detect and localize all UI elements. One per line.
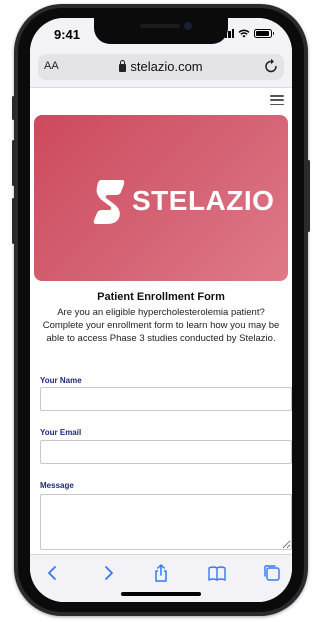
form-intro-text: Are you an eligible hypercholesterolemia…	[42, 307, 280, 344]
lock-icon	[119, 60, 127, 72]
share-icon[interactable]	[152, 564, 170, 582]
email-field-label: Your Email	[40, 428, 82, 437]
hamburger-menu-icon[interactable]	[270, 95, 284, 105]
url-field[interactable]: AA stelazio.com	[38, 54, 284, 80]
reload-icon[interactable]	[264, 58, 278, 74]
form-title: Patient Enrollment Form	[97, 291, 225, 303]
front-camera	[184, 22, 192, 30]
forward-icon[interactable]	[99, 564, 117, 582]
battery-icon	[254, 29, 274, 38]
notch	[94, 18, 228, 44]
message-field-label: Message	[40, 481, 74, 490]
web-page: STELAZIO Patient Enrollment Form Are you…	[30, 89, 292, 554]
browser-toolbar	[30, 554, 292, 602]
power-button	[307, 160, 310, 232]
status-time: 9:41	[54, 27, 81, 42]
status-icons	[221, 29, 274, 38]
address-bar: AA stelazio.com	[30, 48, 292, 88]
tabs-icon[interactable]	[263, 564, 281, 582]
hero-banner: STELAZIO	[34, 115, 288, 281]
email-input[interactable]	[40, 440, 292, 464]
home-indicator	[121, 592, 201, 596]
stelazio-logo-icon	[93, 180, 125, 224]
back-icon[interactable]	[44, 564, 62, 582]
speaker-grille	[140, 24, 180, 28]
volume-down-button	[12, 198, 15, 244]
url-text: stelazio.com	[130, 59, 203, 74]
message-textarea[interactable]	[40, 494, 292, 550]
bookmarks-icon[interactable]	[208, 564, 226, 582]
brand-name: STELAZIO	[132, 185, 275, 216]
volume-up-button	[12, 140, 15, 186]
phone-screen: 9:41 AA stelazio.com STELAZIO Patient En…	[30, 18, 292, 602]
side-button	[12, 96, 15, 120]
url-display: stelazio.com	[38, 59, 284, 74]
name-input[interactable]	[40, 387, 292, 411]
name-field-label: Your Name	[40, 376, 82, 385]
wifi-icon	[238, 29, 250, 38]
